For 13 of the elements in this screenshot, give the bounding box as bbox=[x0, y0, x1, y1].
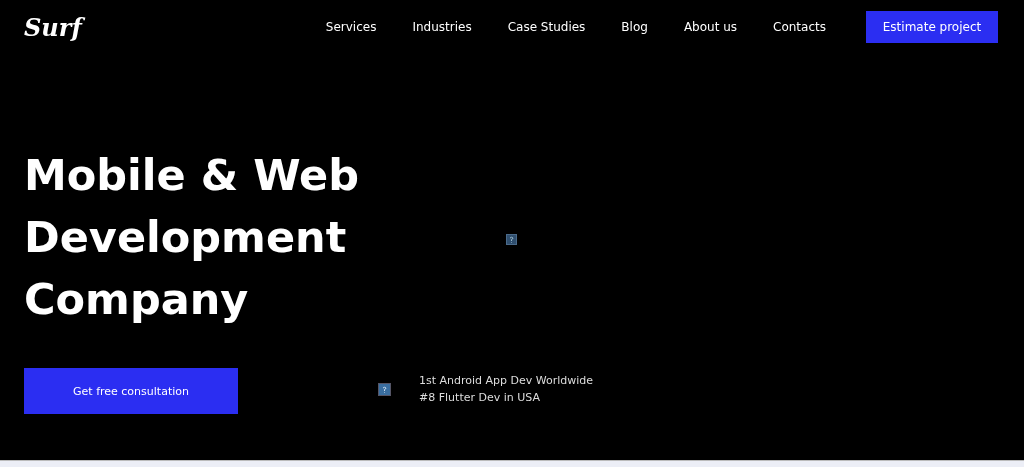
consultation-button[interactable]: Get free consultation bbox=[24, 368, 238, 414]
nav-link[interactable]: Services bbox=[325, 20, 377, 34]
nav-link[interactable]: Contacts bbox=[773, 20, 826, 34]
award-text: #8 Flutter Dev in USA bbox=[419, 391, 541, 404]
nav-link[interactable]: Case Studies bbox=[507, 20, 586, 34]
nav-link[interactable]: Blog bbox=[621, 20, 648, 34]
nav-link[interactable]: About us bbox=[683, 20, 738, 34]
broken-image-icon bbox=[378, 382, 391, 396]
estimate-button[interactable]: Estimate project bbox=[866, 11, 998, 43]
nav-link[interactable]: Industries bbox=[412, 20, 472, 34]
award-text: 1st Android App Dev Worldwide bbox=[419, 374, 594, 387]
broken-image-icon bbox=[506, 234, 517, 245]
hero-title: Mobile & Web Development Company bbox=[24, 149, 360, 326]
